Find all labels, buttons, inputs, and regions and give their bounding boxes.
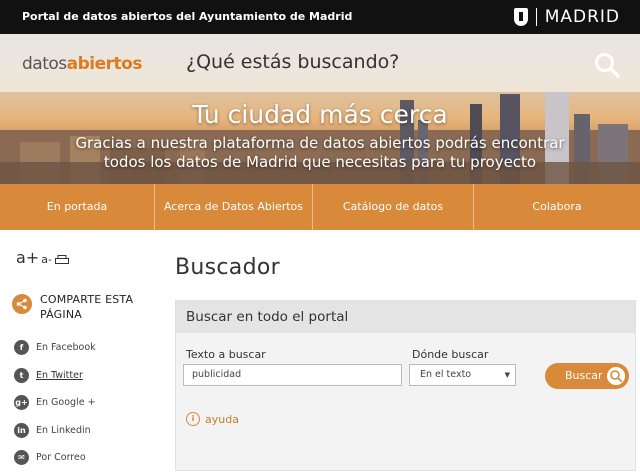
hero-title: Tu ciudad más cerca xyxy=(192,100,448,129)
logo-word-datos: datos xyxy=(22,54,67,74)
share-facebook-label: En Facebook xyxy=(36,342,96,354)
sidebar: a+ a- COMPARTE ESTA PÁGINA f En Facebook xyxy=(0,230,160,471)
search-panel-header: Buscar en todo el portal xyxy=(176,301,635,333)
share-heading: COMPARTE ESTA PÁGINA xyxy=(12,292,133,322)
share-facebook-link[interactable]: f En Facebook xyxy=(14,334,96,362)
search-button-icon xyxy=(607,367,625,385)
linkedin-icon: in xyxy=(14,422,29,438)
madrid-logo[interactable]: MADRID xyxy=(513,7,620,27)
madrid-brand-text: MADRID xyxy=(544,7,620,27)
hero-search-input[interactable]: ¿Qué estás buscando? xyxy=(186,51,399,73)
font-size-controls: a+ a- xyxy=(16,248,69,267)
nav-acerca-de[interactable]: Acerca de Datos Abiertos xyxy=(155,184,313,230)
social-share-list: f En Facebook t En Twitter g+ En Google … xyxy=(14,334,96,472)
share-label: COMPARTE ESTA PÁGINA xyxy=(40,292,133,322)
share-google-plus-link[interactable]: g+ En Google + xyxy=(14,389,96,417)
hero-banner: datosabiertos ¿Qué estás buscando? Tu ci… xyxy=(0,34,640,184)
main-nav: En portada Acerca de Datos Abiertos Catá… xyxy=(0,184,640,230)
share-google-plus-label: En Google + xyxy=(36,397,96,409)
help-link[interactable]: i ayuda xyxy=(186,412,239,426)
search-text-label: Texto a buscar xyxy=(186,348,266,361)
share-label-line-1: COMPARTE ESTA xyxy=(40,293,134,306)
facebook-icon: f xyxy=(14,340,29,356)
info-icon: i xyxy=(186,412,200,426)
font-larger-button[interactable]: a+ xyxy=(16,248,39,267)
share-twitter-label: En Twitter xyxy=(36,369,83,381)
nav-catalogo[interactable]: Catálogo de datos xyxy=(313,184,474,230)
share-mail-label: Por Correo xyxy=(36,452,86,464)
logo-separator xyxy=(535,8,537,26)
search-button-label: Buscar xyxy=(565,369,603,382)
search-scope-select[interactable]: En el texto ▼ xyxy=(409,364,516,386)
nav-colabora[interactable]: Colabora xyxy=(474,184,640,230)
datos-abiertos-logo[interactable]: datosabiertos xyxy=(22,54,142,74)
share-mail-link[interactable]: ✉ Por Correo xyxy=(14,444,96,472)
share-label-line-2: PÁGINA xyxy=(40,308,82,321)
mail-icon: ✉ xyxy=(14,450,29,466)
hero-subtitle: Gracias a nuestra plataforma de datos ab… xyxy=(0,134,640,172)
search-text-input[interactable]: publicidad xyxy=(183,364,402,386)
google-plus-icon: g+ xyxy=(14,395,29,411)
search-button[interactable]: Buscar xyxy=(545,363,629,389)
page-title: Buscador xyxy=(175,255,280,280)
share-linkedin-link[interactable]: in En Linkedin xyxy=(14,417,96,445)
hero-subtitle-line-1: Gracias a nuestra plataforma de datos ab… xyxy=(75,134,565,152)
main-content: Buscador Buscar en todo el portal Texto … xyxy=(175,230,640,471)
top-bar: Portal de datos abiertos del Ayuntamient… xyxy=(0,0,640,34)
nav-en-portada[interactable]: En portada xyxy=(0,184,155,230)
search-panel: Buscar en todo el portal Texto a buscar … xyxy=(175,300,636,471)
dropdown-arrow-icon: ▼ xyxy=(504,371,510,379)
search-scope-label: Dónde buscar xyxy=(412,348,489,361)
twitter-icon: t xyxy=(14,367,29,383)
share-linkedin-label: En Linkedin xyxy=(36,424,91,436)
search-icon[interactable] xyxy=(594,52,620,78)
portal-title: Portal de datos abiertos del Ayuntamient… xyxy=(22,10,353,23)
search-panel-title: Buscar en todo el portal xyxy=(186,309,349,325)
share-twitter-link[interactable]: t En Twitter xyxy=(14,362,96,390)
print-icon[interactable] xyxy=(54,255,69,264)
logo-word-abiertos: abiertos xyxy=(66,54,143,74)
share-icon xyxy=(12,294,32,314)
madrid-shield-icon xyxy=(513,8,528,26)
hero-subtitle-line-2: todos los datos de Madrid que necesitas … xyxy=(103,153,537,171)
search-scope-value: En el texto xyxy=(420,369,472,380)
help-label: ayuda xyxy=(205,412,239,426)
font-smaller-button[interactable]: a- xyxy=(41,253,52,266)
